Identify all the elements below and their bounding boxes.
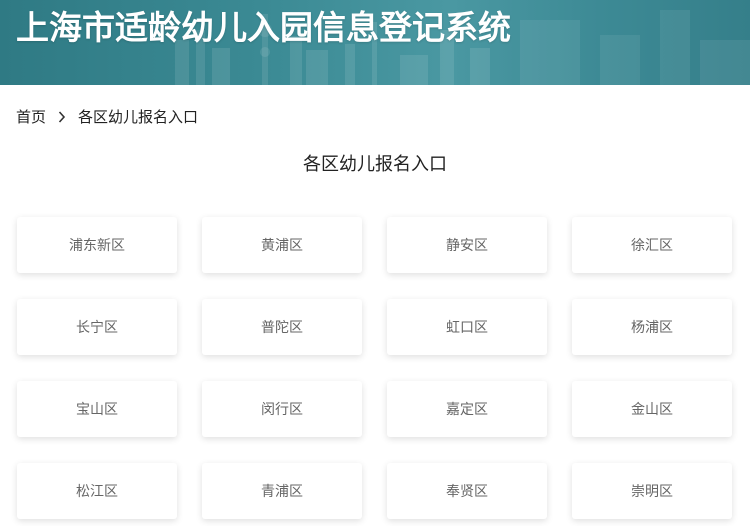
district-card[interactable]: 崇明区: [572, 463, 732, 519]
chevron-right-icon: [58, 111, 66, 123]
breadcrumb-current: 各区幼儿报名入口: [78, 108, 199, 126]
header-banner: 上海市适龄幼儿入园信息登记系统: [0, 0, 750, 85]
district-card[interactable]: 宝山区: [17, 381, 177, 437]
district-card[interactable]: 青浦区: [202, 463, 362, 519]
page-title: 上海市适龄幼儿入园信息登记系统: [16, 8, 511, 47]
district-card[interactable]: 松江区: [17, 463, 177, 519]
breadcrumb-home-link[interactable]: 首页: [16, 107, 46, 127]
district-card[interactable]: 闵行区: [202, 381, 362, 437]
district-card[interactable]: 徐汇区: [572, 217, 732, 273]
district-card[interactable]: 浦东新区: [17, 217, 177, 273]
breadcrumb: 首页 各区幼儿报名入口: [16, 107, 198, 127]
district-card[interactable]: 长宁区: [17, 299, 177, 355]
district-card[interactable]: 虹口区: [387, 299, 547, 355]
section-title: 各区幼儿报名入口: [303, 154, 447, 175]
district-card[interactable]: 杨浦区: [572, 299, 732, 355]
district-card[interactable]: 黄浦区: [202, 217, 362, 273]
district-card[interactable]: 静安区: [387, 217, 547, 273]
district-card[interactable]: 金山区: [572, 381, 732, 437]
district-card[interactable]: 嘉定区: [387, 381, 547, 437]
district-grid: 浦东新区 黄浦区 静安区 徐汇区 长宁区 普陀区 虹口区 杨浦区 宝山区 闵行区…: [17, 217, 732, 519]
district-card[interactable]: 奉贤区: [387, 463, 547, 519]
district-card[interactable]: 普陀区: [202, 299, 362, 355]
